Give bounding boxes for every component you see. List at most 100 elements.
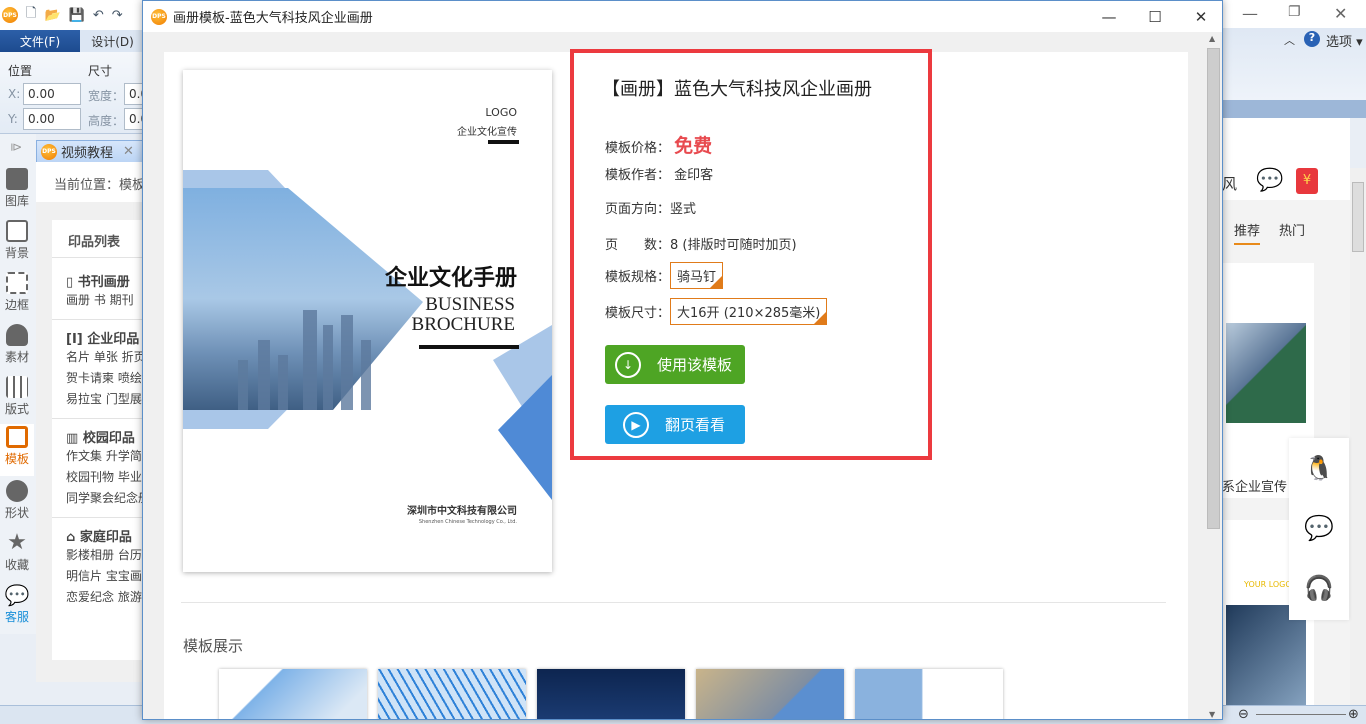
sidebar-item-background[interactable]: 背景: [0, 218, 34, 270]
app-titlebar-right: — ❐ ✕ ︿ ? 选项 ▾: [1222, 0, 1366, 118]
zoom-in-icon[interactable]: ⊕: [1348, 707, 1359, 722]
sidebar-item-material[interactable]: 素材: [0, 322, 34, 374]
doc-tab-video-tutorial[interactable]: DPS 视频教程 ✕: [36, 140, 146, 162]
sidebar-item-gallery[interactable]: 图库: [0, 166, 34, 218]
sidebar-item-layout[interactable]: 版式: [0, 374, 34, 426]
label: 企业印品: [87, 332, 140, 347]
wechat-icon[interactable]: 💬: [1289, 498, 1349, 558]
label: 翻页看看: [665, 416, 726, 434]
label: 客服: [4, 610, 29, 624]
category-link[interactable]: 校园刊物 毕业纪念: [52, 467, 144, 488]
redo-icon[interactable]: ↷: [112, 8, 123, 23]
category-link[interactable]: 名片 单张 折页: [52, 347, 144, 368]
label: 模板作者：: [605, 168, 671, 183]
cover-logo: LOGO: [485, 106, 517, 119]
y-input[interactable]: 0.00: [23, 108, 81, 130]
category-link[interactable]: 作文集 升学简历: [52, 446, 144, 467]
background-icon: [6, 220, 28, 242]
scrollbar-thumb[interactable]: [1207, 48, 1220, 529]
showcase-thumbnail[interactable]: [537, 669, 685, 719]
right-scrollbar[interactable]: [1350, 168, 1366, 705]
label: 模板价格：: [605, 141, 671, 156]
tool-sidebar: ⧐ 图库 背景 边框 素材 版式 模板 形状 ★ 收藏 💬 客服: [0, 134, 36, 634]
red-packet-icon[interactable]: ¥: [1296, 168, 1318, 194]
scroll-up-icon[interactable]: ▲: [1209, 34, 1215, 43]
options-menu[interactable]: 选项 ▾: [1326, 31, 1363, 50]
template-cover-preview[interactable]: LOGO 企业文化宣传 企业文化手册 BUSINESS BROCHURE 深圳市…: [183, 70, 552, 572]
sidebar-item-border[interactable]: 边框: [0, 270, 34, 322]
template-dialog: DPS 画册模板-蓝色大气科技风企业画册 — ☐ ✕ LOGO 企业文化宣传 企…: [142, 0, 1223, 720]
star-icon: ★: [7, 530, 27, 555]
card-logo-text: YOUR LOGO: [1244, 580, 1292, 589]
maximize-button[interactable]: ☐: [1132, 1, 1178, 32]
orientation-value: 竖式: [670, 202, 697, 217]
quick-access-toolbar: DPS 🗋 📂 💾 ↶ ↷: [0, 0, 145, 30]
breadcrumb: 当前位置：模板: [36, 162, 146, 202]
new-file-icon[interactable]: 🗋: [26, 4, 36, 26]
app-logo-icon: DPS: [151, 8, 167, 25]
use-template-button[interactable]: ↓ 使用该模板: [605, 345, 745, 384]
showcase-thumbnail[interactable]: [219, 669, 367, 719]
cover-subtitle: 企业文化宣传: [457, 127, 517, 138]
label: 页 数：: [605, 238, 671, 253]
collapse-ribbon-icon[interactable]: ︿: [1284, 32, 1295, 48]
tab-label: 视频教程: [61, 146, 114, 161]
sidebar-item-service[interactable]: 💬 客服: [0, 582, 34, 634]
chat-bubble-icon[interactable]: 💬: [1256, 168, 1283, 193]
style-text: 风: [1222, 175, 1238, 193]
dialog-scrollbar[interactable]: ▲ ▼: [1205, 32, 1222, 719]
restore-icon[interactable]: ❐: [1288, 4, 1301, 20]
gallery-icon: [6, 168, 28, 190]
category-link[interactable]: 恋爱纪念 旅游: [52, 587, 144, 608]
flip-preview-button[interactable]: ▶ 翻页看看: [605, 405, 745, 444]
close-icon[interactable]: ✕: [1334, 4, 1347, 23]
price-value: 免费: [674, 135, 713, 157]
border-icon: [6, 272, 28, 294]
help-icon[interactable]: ?: [1304, 31, 1320, 47]
menu-design[interactable]: 设计(D): [80, 30, 145, 52]
minimize-button[interactable]: —: [1086, 1, 1132, 32]
category-link[interactable]: 影楼相册 台历: [52, 545, 144, 566]
category-link[interactable]: 易拉宝 门型展架: [52, 389, 144, 410]
menu-file[interactable]: 文件(F): [0, 30, 80, 52]
spec-option[interactable]: 骑马钉: [670, 262, 724, 289]
close-button[interactable]: ✕: [1178, 1, 1222, 32]
category-link[interactable]: 贺卡请柬 喷绘: [52, 368, 144, 389]
x-input[interactable]: 0.00: [23, 83, 81, 105]
category-books[interactable]: ▯ 书刊画册: [52, 271, 144, 290]
save-icon[interactable]: 💾: [69, 8, 85, 23]
minimize-icon[interactable]: —: [1242, 4, 1258, 23]
sidebar-item-favorites[interactable]: ★ 收藏: [0, 530, 34, 582]
sidebar-item-template[interactable]: 模板: [0, 424, 34, 476]
template-info-highlight: 【画册】蓝色大气科技风企业画册 模板价格： 免费 模板作者： 金印客 页面方向：…: [570, 49, 932, 460]
open-folder-icon[interactable]: 📂: [44, 8, 60, 23]
category-link[interactable]: 同学聚会纪念册: [52, 488, 144, 509]
download-icon: ↓: [615, 351, 641, 378]
tab-hot[interactable]: 热门: [1279, 220, 1305, 239]
scroll-down-icon[interactable]: ▼: [1209, 710, 1215, 719]
zoom-slider[interactable]: [1256, 714, 1346, 715]
showcase-thumbnail[interactable]: [696, 669, 844, 719]
qq-icon[interactable]: 🐧: [1289, 438, 1349, 498]
undo-icon[interactable]: ↶: [93, 8, 104, 23]
zoom-out-icon[interactable]: ⊖: [1238, 707, 1249, 722]
category-link[interactable]: 明信片 宝宝画册: [52, 566, 144, 587]
template-thumbnail: [1226, 605, 1306, 705]
category-family[interactable]: ⌂ 家庭印品: [52, 526, 144, 545]
expand-icon[interactable]: ⧐: [10, 140, 22, 154]
headset-icon[interactable]: 🎧: [1289, 558, 1349, 618]
category-enterprise[interactable]: [I] 企业印品: [52, 328, 144, 347]
close-icon[interactable]: ✕: [123, 144, 134, 159]
showcase-thumbnail[interactable]: [378, 669, 526, 719]
showcase-thumbnail[interactable]: [855, 669, 1003, 719]
template-detail-card: LOGO 企业文化宣传 企业文化手册 BUSINESS BROCHURE 深圳市…: [164, 49, 1188, 719]
size-option[interactable]: 大16开 (210×285毫米): [670, 298, 828, 325]
sidebar-item-shape[interactable]: 形状: [0, 478, 34, 530]
showcase-title: 模板展示: [183, 637, 244, 655]
grid-icon: [6, 376, 28, 398]
label: 素材: [4, 350, 29, 364]
categories-title: 印品列表: [52, 220, 144, 258]
category-link[interactable]: 画册 书 期刊: [52, 290, 144, 311]
tab-recommended[interactable]: 推荐: [1234, 220, 1261, 245]
category-campus[interactable]: ▥ 校园印品: [52, 427, 144, 446]
